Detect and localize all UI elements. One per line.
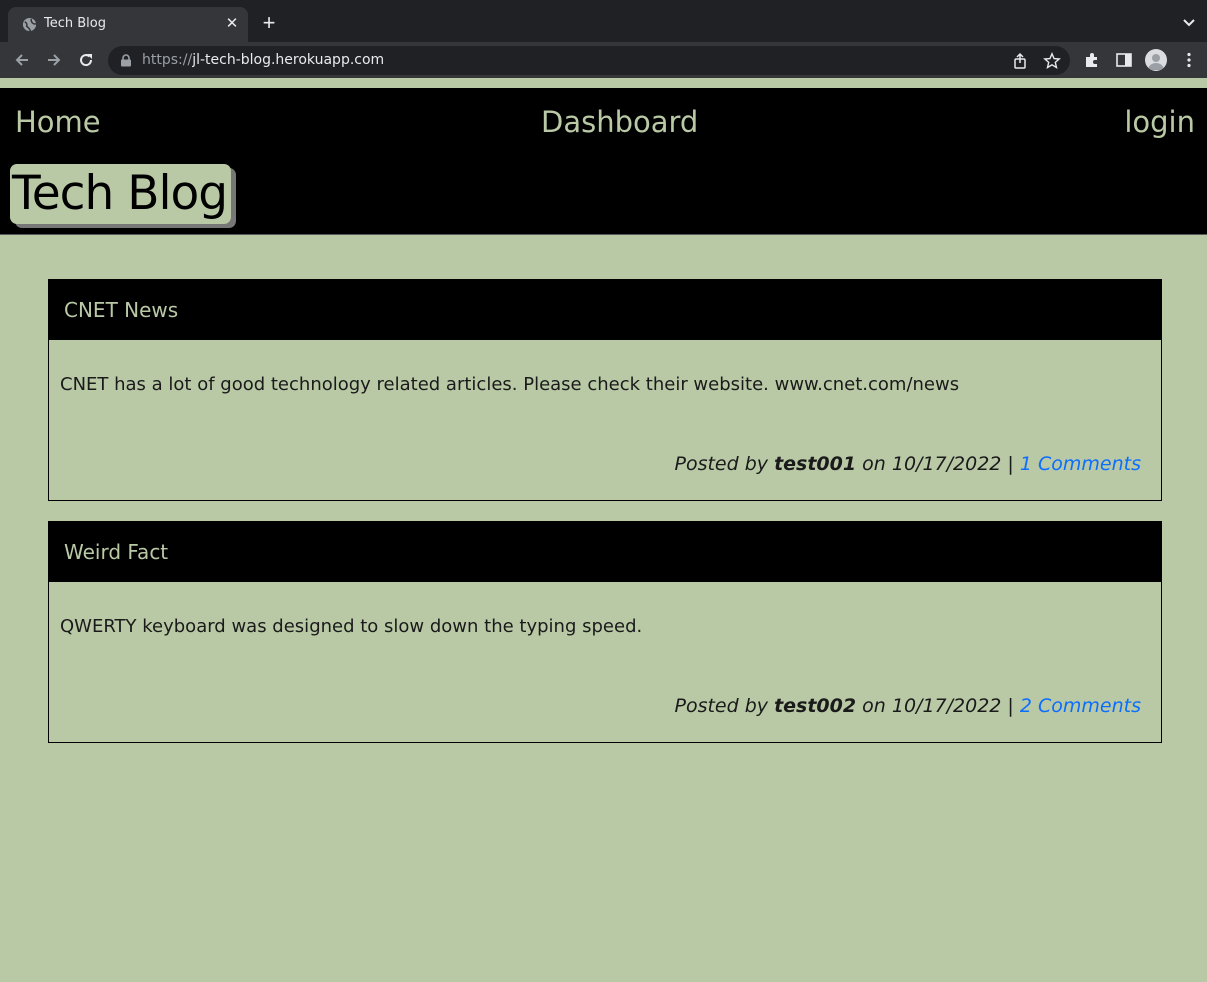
- address-bar[interactable]: https://jl-tech-blog.herokuapp.com: [108, 46, 1070, 75]
- forward-icon[interactable]: [44, 50, 64, 70]
- post-title[interactable]: Weird Fact: [49, 522, 1161, 582]
- nav-login-link[interactable]: login: [1124, 105, 1195, 139]
- site-title: Tech Blog: [10, 164, 232, 224]
- side-panel-icon[interactable]: [1115, 51, 1133, 69]
- browser-toolbar: https://jl-tech-blog.herokuapp.com: [0, 42, 1207, 78]
- nav-dashboard-link[interactable]: Dashboard: [541, 105, 698, 139]
- post-meta: Posted by test001 on 10/17/2022 | 1 Comm…: [674, 453, 1141, 475]
- extensions-icon[interactable]: [1083, 51, 1101, 69]
- post-meta: Posted by test002 on 10/17/2022 | 2 Comm…: [674, 695, 1141, 717]
- post-title[interactable]: CNET News: [49, 280, 1161, 340]
- back-icon[interactable]: [12, 50, 32, 70]
- posted-by-label: Posted by: [674, 695, 769, 717]
- post-body: QWERTY keyboard was designed to slow dow…: [60, 616, 643, 637]
- posted-by-label: Posted by: [674, 453, 769, 475]
- lock-icon[interactable]: [120, 54, 132, 67]
- globe-icon: [22, 17, 37, 32]
- comments-link[interactable]: 1 Comments: [1020, 453, 1141, 475]
- on-label: on: [862, 695, 886, 717]
- site-header: Home Dashboard login Tech Blog: [0, 88, 1207, 235]
- url-text[interactable]: https://jl-tech-blog.herokuapp.com: [142, 52, 384, 68]
- meta-separator: |: [1007, 695, 1014, 717]
- post-author: test002: [774, 695, 857, 717]
- post-date: 10/17/2022: [891, 453, 1002, 475]
- new-tab-button[interactable]: +: [258, 12, 280, 34]
- page-top-strip: [0, 78, 1207, 88]
- post-body: CNET has a lot of good technology relate…: [60, 374, 960, 395]
- browser-tab-strip: Tech Blog ✕ +: [0, 0, 1207, 42]
- comments-link[interactable]: 2 Comments: [1020, 695, 1141, 717]
- post-card: Weird Fact QWERTY keyboard was designed …: [48, 521, 1162, 743]
- more-vert-icon[interactable]: [1180, 51, 1198, 69]
- tab-title: Tech Blog: [44, 16, 106, 31]
- on-label: on: [862, 453, 886, 475]
- profile-avatar[interactable]: [1145, 49, 1167, 71]
- meta-separator: |: [1007, 453, 1014, 475]
- nav-home-link[interactable]: Home: [15, 105, 101, 139]
- post-author: test001: [774, 453, 857, 475]
- close-icon[interactable]: ✕: [224, 16, 240, 32]
- post-card: CNET News CNET has a lot of good technol…: [48, 279, 1162, 501]
- chevron-down-icon[interactable]: [1181, 14, 1197, 30]
- reload-icon[interactable]: [76, 50, 96, 70]
- profile-icon: [1148, 54, 1164, 70]
- browser-tab[interactable]: Tech Blog ✕: [8, 7, 248, 42]
- share-icon[interactable]: [1011, 52, 1029, 70]
- star-icon[interactable]: [1043, 52, 1061, 70]
- post-date: 10/17/2022: [891, 695, 1002, 717]
